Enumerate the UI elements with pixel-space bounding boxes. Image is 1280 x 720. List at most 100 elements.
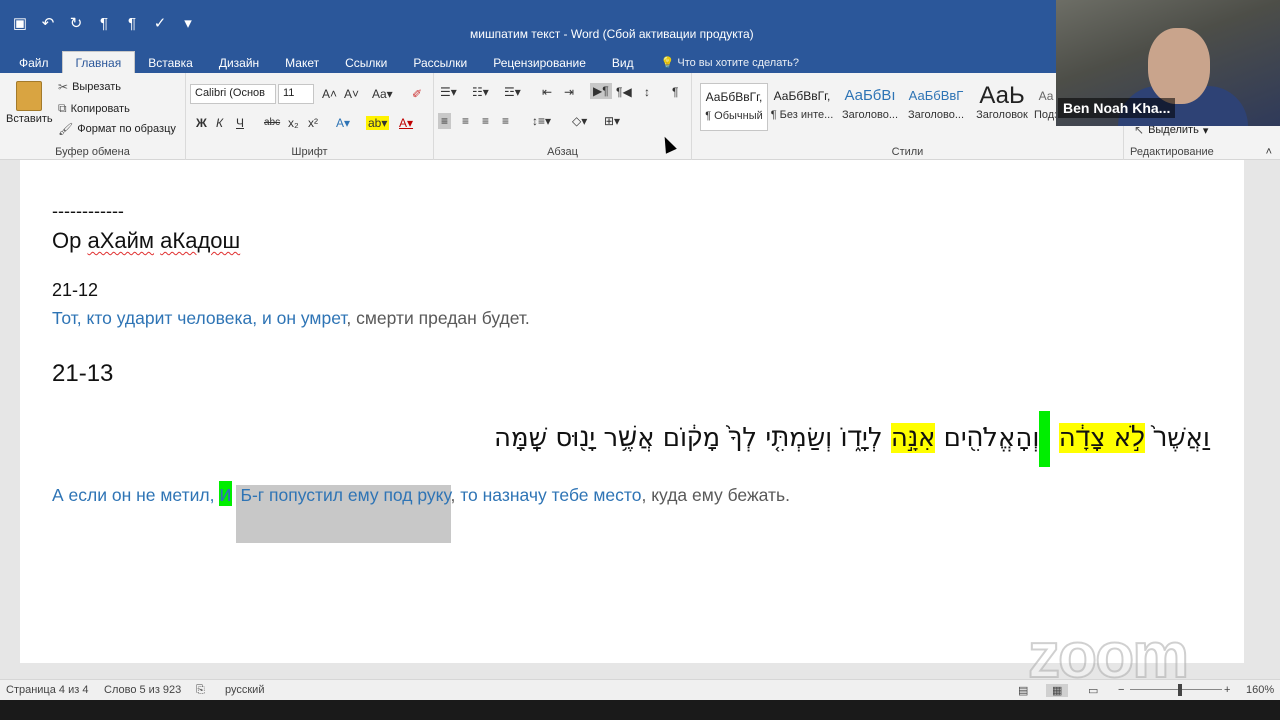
align-center-icon[interactable]: ≡ <box>462 114 469 128</box>
editing-group-label: Редактирование <box>1130 146 1214 158</box>
copy-icon: ⧉ <box>58 101 67 115</box>
shrink-font-icon[interactable]: A˅ <box>344 87 359 101</box>
style-heading-2[interactable]: АаБбВвГ Заголово... <box>902 83 970 131</box>
tab-insert[interactable]: Вставка <box>135 53 206 73</box>
copy-button[interactable]: ⧉ Копировать <box>58 101 130 116</box>
shading-icon[interactable]: ◇▾ <box>572 114 587 128</box>
paragraph-group: ☰▾ ☷▾ ☲▾ ⇤ ⇥ ▶¶ ¶◀ ↕ ¶ ≡ ≡ ≡ ≡ ↕≡▾ ◇▾ ⊞▾… <box>434 73 692 160</box>
tab-home[interactable]: Главная <box>61 51 136 73</box>
align-left-icon[interactable]: ≡ <box>438 113 452 129</box>
change-case-icon[interactable]: Aa▾ <box>372 87 393 101</box>
text-effects-icon[interactable]: A▾ <box>336 116 350 130</box>
tab-view[interactable]: Вид <box>599 53 647 73</box>
line-spacing-icon[interactable]: ↕≡▾ <box>532 114 551 128</box>
style-preview: АаБбВвГг, <box>773 89 831 103</box>
paste-button[interactable]: Вставить <box>6 81 53 125</box>
borders-icon[interactable]: ⊞▾ <box>604 114 620 128</box>
page-count[interactable]: Страница 4 из 4 <box>6 684 88 696</box>
paste-label: Вставить <box>6 113 53 125</box>
verse-2-part: , куда ему бежать. <box>641 485 791 505</box>
format-painter-button[interactable]: 🖌 Формат по образцу <box>58 122 176 136</box>
verse-2-part: то назначу тебе место <box>460 485 642 505</box>
undo-icon[interactable]: ↶ <box>38 14 58 32</box>
rtl-direction-icon[interactable]: ¶◀ <box>616 85 632 99</box>
collapse-ribbon-icon[interactable]: ˄ <box>1266 146 1272 158</box>
show-marks-icon[interactable]: ¶ <box>672 85 678 99</box>
read-mode-icon[interactable]: ▤ <box>1018 684 1028 697</box>
multilevel-icon[interactable]: ☲▾ <box>504 85 521 99</box>
styles-group-label: Стили <box>891 146 924 158</box>
verse-2-translation: А если он не метил, и Б-г попустил ему п… <box>52 481 791 543</box>
scissors-icon: ✂ <box>58 80 69 94</box>
document-area: ------------ Ор аХайм аКадош 21-12 Тот, … <box>0 160 1280 679</box>
cut-button[interactable]: ✂ Вырезать <box>58 80 121 94</box>
paragraph-group-label: Абзац <box>547 146 578 158</box>
verse-ref-2: 21-13 <box>52 360 114 387</box>
style-name: ¶ Обычный <box>705 110 763 122</box>
bold-button[interactable]: Ж <box>196 116 207 130</box>
numbering-icon[interactable]: ☷▾ <box>472 85 489 99</box>
highlight-icon[interactable]: ab▾ <box>366 116 390 130</box>
save-icon[interactable]: ▣ <box>10 14 30 32</box>
word-count[interactable]: Слово 5 из 923 <box>104 684 181 696</box>
tab-file[interactable]: Файл <box>6 53 62 73</box>
clipboard-icon <box>16 81 43 111</box>
selected-text: Б-г попустил ему под руку <box>236 485 451 543</box>
grow-font-icon[interactable]: A˄ <box>322 87 337 101</box>
style-name: Заголово... <box>841 109 899 121</box>
font-color-icon[interactable]: A▾ <box>399 116 413 130</box>
tell-me-label: Что вы хотите сделать? <box>677 57 799 69</box>
style-normal[interactable]: АаБбВвГг, ¶ Обычный <box>700 83 768 131</box>
proofing-icon[interactable]: ⎘ <box>196 684 205 697</box>
tab-references[interactable]: Ссылки <box>332 53 400 73</box>
clear-format-icon[interactable]: ✐ <box>412 87 422 101</box>
tab-design[interactable]: Дизайн <box>206 53 272 73</box>
justify-icon[interactable]: ≡ <box>502 114 509 128</box>
style-subtitle[interactable]: Аа Подзаг... <box>1034 83 1058 131</box>
style-name: Заголово... <box>907 109 965 121</box>
zoom-level[interactable]: 160% <box>1246 684 1274 696</box>
style-no-spacing[interactable]: АаБбВвГг, ¶ Без инте... <box>768 83 836 131</box>
document-page[interactable]: ------------ Ор аХайм аКадош 21-12 Тот, … <box>20 160 1244 663</box>
style-heading-1[interactable]: АаБбВı Заголово... <box>836 83 904 131</box>
tab-review[interactable]: Рецензирование <box>480 53 599 73</box>
participant-video[interactable]: Ben Noah Kha... <box>1056 0 1280 126</box>
hebrew-highlight-2: אִנָּ֣ה <box>890 423 936 453</box>
style-title[interactable]: АаЬ Заголовок <box>968 83 1036 131</box>
align-right-icon[interactable]: ≡ <box>482 114 489 128</box>
font-group-label: Шрифт <box>291 146 328 158</box>
sort-icon[interactable]: ↕ <box>644 85 650 99</box>
word-window: ▣ ↶ ↻ ¶ ¶ ✓ ▾ мишпатим текст - Word (Сбо… <box>0 0 1280 720</box>
verse-1-blue: Тот, кто ударит человека, и он умрет <box>52 308 347 328</box>
customize-icon[interactable]: ▾ <box>178 14 198 32</box>
decrease-indent-icon[interactable]: ⇤ <box>542 85 552 99</box>
increase-indent-icon[interactable]: ⇥ <box>564 85 574 99</box>
font-size-select[interactable]: 11 <box>278 84 314 104</box>
zoom-watermark: zoom <box>1027 618 1190 692</box>
superscript-button[interactable]: x² <box>308 116 318 130</box>
italic-button[interactable]: К <box>216 116 223 130</box>
subscript-button[interactable]: x₂ <box>288 116 299 130</box>
strikethrough-button[interactable]: abc <box>264 117 280 128</box>
style-preview: АаБбВвГ <box>908 88 964 103</box>
underline-button[interactable]: Ч <box>236 116 244 130</box>
copy-label: Копировать <box>70 102 130 115</box>
spelling-icon[interactable]: ✓ <box>150 14 170 32</box>
verse-1-translation: Тот, кто ударит человека, и он умрет, см… <box>52 308 530 329</box>
ltr-icon[interactable]: ¶ <box>122 15 142 32</box>
brush-icon: 🖌 <box>58 122 74 136</box>
rtl-icon[interactable]: ¶ <box>94 15 114 32</box>
ltr-direction-icon[interactable]: ▶¶ <box>590 83 612 99</box>
style-preview: АаБбВı <box>844 87 896 104</box>
font-name-select[interactable]: Calibri (Основ <box>190 84 276 104</box>
tab-layout[interactable]: Макет <box>272 53 332 73</box>
bullets-icon[interactable]: ☰▾ <box>440 85 457 99</box>
redo-icon[interactable]: ↻ <box>66 14 86 32</box>
tab-mailings[interactable]: Рассылки <box>400 53 480 73</box>
hebrew-verse: וַאֲשֶׁר֙ לֹ֣א צָדָ֔ה וְהָאֱלֹהִ֖ים אִנָ… <box>494 410 1210 467</box>
language[interactable]: русский <box>225 684 264 696</box>
tell-me-search[interactable]: 💡 Что вы хотите сделать? <box>647 53 799 73</box>
person-head <box>1148 28 1210 104</box>
clipboard-group: Вставить ✂ Вырезать ⧉ Копировать 🖌 Формат п… <box>0 73 186 160</box>
zoom-in-icon[interactable]: + <box>1224 684 1230 696</box>
